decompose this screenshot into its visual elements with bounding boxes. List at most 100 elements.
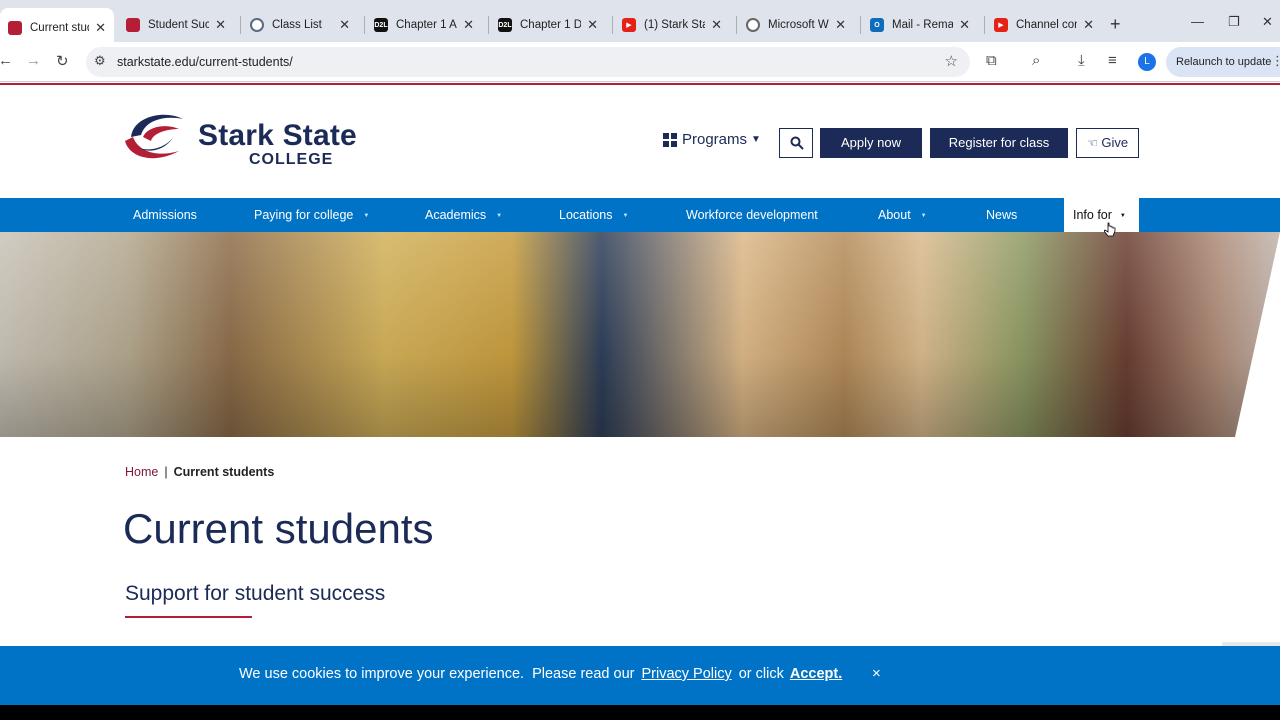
stark-state-logo[interactable]: Stark State COLLEGE — [123, 107, 393, 169]
tab-outlook-mail[interactable]: O Mail - Remar ✕ — [862, 8, 978, 42]
tab-label: Microsoft Wo — [768, 19, 830, 31]
accept-cookies-link[interactable]: Accept. — [790, 666, 842, 682]
nav-label: About — [878, 208, 911, 222]
tab-label: Class List — [272, 19, 322, 31]
search-button[interactable] — [779, 128, 813, 158]
tab-separator — [984, 16, 985, 34]
register-for-class-button[interactable]: Register for class — [930, 128, 1068, 158]
nav-academics[interactable]: Academics ▼ — [425, 198, 502, 232]
browser-toolbar: ← → ↻ ⚙ starkstate.edu/current-students/… — [0, 42, 1280, 82]
tab-separator — [240, 16, 241, 34]
restore-icon[interactable]: ❐ — [1228, 14, 1240, 30]
address-bar[interactable]: ⚙ starkstate.edu/current-students/ ☆ — [86, 47, 970, 77]
give-button[interactable]: ☜ Give — [1076, 128, 1139, 158]
hero-image — [0, 232, 1280, 437]
breadcrumb-home-link[interactable]: Home — [125, 465, 158, 479]
web-page: Stark State COLLEGE Programs ▼ Apply now… — [0, 83, 1280, 705]
apply-now-button[interactable]: Apply now — [820, 128, 922, 158]
forward-arrow-icon[interactable]: → — [26, 52, 41, 69]
breadcrumb: Home | Current students — [125, 465, 274, 479]
nav-paying-for-college[interactable]: Paying for college ▼ — [254, 198, 369, 232]
cookie-message: We use cookies to improve your experienc… — [239, 666, 842, 682]
cookie-banner: We use cookies to improve your experienc… — [0, 646, 1280, 705]
cookie-text: We use cookies to improve your experienc… — [239, 666, 635, 682]
media-control-icon[interactable]: ≡ — [1108, 52, 1117, 69]
logo-swoosh-icon — [125, 114, 183, 159]
nav-locations[interactable]: Locations ▼ — [559, 198, 628, 232]
close-icon[interactable]: ✕ — [587, 17, 598, 33]
close-icon[interactable]: ✕ — [835, 17, 846, 33]
tab-microsoft-word[interactable]: Microsoft Wo ✕ — [738, 8, 854, 42]
tab-label: Chapter 1 Ass — [396, 19, 457, 31]
tab-label: Channel cont — [1016, 19, 1078, 31]
d2l-icon: D2L — [374, 18, 388, 32]
close-icon[interactable]: ✕ — [959, 17, 970, 33]
hero-overlay — [0, 232, 1280, 437]
close-icon[interactable]: ✕ — [711, 17, 722, 33]
download-icon[interactable]: ⤓ — [1078, 52, 1085, 69]
close-icon[interactable]: ✕ — [339, 17, 350, 33]
dropdown-arrow-icon: ▼ — [920, 212, 927, 219]
site-info-icon[interactable]: ⚙ — [94, 53, 106, 69]
close-icon[interactable]: ✕ — [95, 20, 106, 36]
nav-label: News — [986, 208, 1018, 222]
bookmark-star-icon[interactable]: ☆ — [945, 52, 958, 70]
minimize-icon[interactable]: — — [1191, 14, 1204, 29]
tab-separator — [860, 16, 861, 34]
nav-news[interactable]: News — [986, 198, 1017, 232]
search-icon — [790, 136, 804, 150]
nav-label: Paying for college — [254, 208, 354, 222]
give-label: Give — [1101, 135, 1129, 150]
nav-about[interactable]: About ▼ — [878, 198, 927, 232]
grid-icon — [663, 132, 677, 147]
tab-youtube-channel[interactable]: ▶ Channel cont ✕ — [986, 8, 1102, 42]
tab-label: Student Succe — [148, 19, 210, 31]
profile-avatar[interactable]: L — [1138, 53, 1156, 71]
close-icon[interactable]: ✕ — [1083, 17, 1094, 33]
programs-label: Programs — [682, 131, 748, 148]
tab-chapter-1-discussion[interactable]: D2L Chapter 1 Dis ✕ — [490, 8, 606, 42]
tab-label: Current stude — [30, 22, 89, 34]
section-heading: Support for student success — [125, 582, 386, 605]
tab-separator — [612, 16, 613, 34]
programs-menu[interactable]: Programs ▼ — [663, 131, 761, 148]
tab-class-list[interactable]: Class List ✕ — [242, 8, 358, 42]
stark-state-icon — [8, 21, 22, 35]
main-nav: Admissions Paying for college ▼ Academics… — [0, 198, 1280, 232]
tab-separator — [488, 16, 489, 34]
dropdown-arrow-icon: ▼ — [1119, 212, 1126, 219]
close-icon[interactable]: ✕ — [215, 17, 226, 33]
relaunch-button[interactable]: Relaunch to update — [1166, 47, 1280, 77]
d2l-icon: D2L — [498, 18, 512, 32]
outlook-icon: O — [870, 18, 884, 32]
nav-workforce-development[interactable]: Workforce development — [686, 198, 818, 232]
dropdown-arrow-icon: ▼ — [622, 212, 629, 219]
tab-separator — [736, 16, 737, 34]
tab-label: (1) Stark State — [644, 19, 705, 31]
close-window-icon[interactable]: ✕ — [1262, 14, 1273, 30]
tab-chapter-1-assignment[interactable]: D2L Chapter 1 Ass ✕ — [366, 8, 482, 42]
close-cookie-icon[interactable]: × — [872, 665, 881, 682]
logo-subtitle: COLLEGE — [249, 151, 334, 168]
close-icon[interactable]: ✕ — [463, 17, 474, 33]
nav-admissions[interactable]: Admissions — [133, 198, 197, 232]
url-text[interactable]: starkstate.edu/current-students/ — [117, 55, 293, 69]
tab-search-icon[interactable]: ⌕ — [1032, 52, 1040, 69]
tab-student-success[interactable]: Student Succe ✕ — [118, 8, 234, 42]
new-tab-plus-icon[interactable]: + — [1110, 14, 1121, 35]
menu-dots-icon[interactable]: ⋮ — [1271, 53, 1280, 69]
nav-info-for[interactable]: Info for ▼ — [1064, 198, 1139, 232]
cookie-or-click: or click — [738, 666, 784, 682]
youtube-icon: ▶ — [994, 18, 1008, 32]
chevron-down-icon: ▼ — [751, 134, 761, 145]
nav-label: Workforce development — [686, 208, 818, 222]
reload-icon[interactable]: ↻ — [56, 52, 69, 70]
extensions-puzzle-icon[interactable]: ⧉ — [986, 52, 997, 69]
nav-label: Locations — [559, 208, 613, 222]
nav-label: Academics — [425, 208, 487, 222]
tab-label: Chapter 1 Dis — [520, 19, 582, 31]
tab-youtube-stark-state[interactable]: ▶ (1) Stark State ✕ — [614, 8, 730, 42]
privacy-policy-link[interactable]: Privacy Policy — [641, 666, 731, 682]
page-title: Current students — [123, 505, 434, 552]
back-arrow-icon[interactable]: ← — [0, 52, 13, 69]
